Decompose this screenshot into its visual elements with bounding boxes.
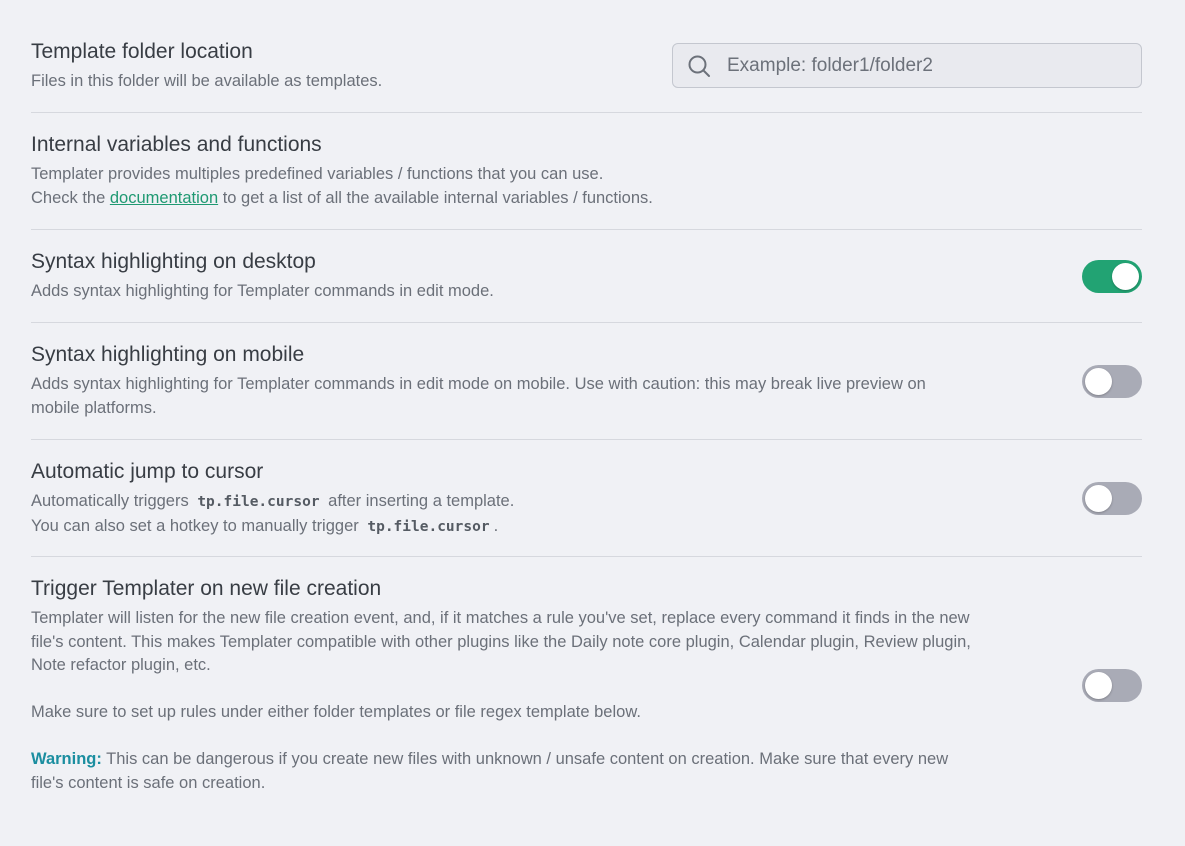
auto-jump-toggle[interactable] <box>1082 482 1142 515</box>
setting-info: Syntax highlighting on desktop Adds synt… <box>31 249 494 304</box>
description-line: file's content. This makes Templater com… <box>31 632 971 651</box>
description-text: to get a list of all the available inter… <box>218 188 653 207</box>
toggle-knob <box>1085 485 1112 512</box>
settings-list: Template folder location Files in this f… <box>31 0 1142 817</box>
setting-internal-variables: Internal variables and functions Templat… <box>31 113 1142 230</box>
description-text: Check the <box>31 188 110 207</box>
search-icon <box>688 55 710 77</box>
setting-name: Syntax highlighting on mobile <box>31 343 305 366</box>
code-snippet: tp.file.cursor <box>367 518 490 535</box>
setting-name: Trigger Templater on new file creation <box>31 577 382 600</box>
description-line: mobile platforms. <box>31 398 157 417</box>
description-line: Warning: This can be dangerous if you cr… <box>31 748 971 772</box>
description-text: Automatically triggers <box>31 492 189 510</box>
toggle-knob <box>1085 368 1112 395</box>
setting-info: Syntax highlighting on mobile Adds synta… <box>31 342 926 420</box>
description-line: Adds syntax highlighting for Templater c… <box>31 375 926 393</box>
description-line: Templater provides multiples predefined … <box>31 165 604 183</box>
description-text: This can be dangerous if you create new … <box>101 750 949 768</box>
description-text: . <box>493 516 499 535</box>
trigger-new-file-toggle[interactable] <box>1082 669 1142 702</box>
setting-syntax-desktop: Syntax highlighting on desktop Adds synt… <box>31 230 1142 323</box>
syntax-mobile-toggle[interactable] <box>1082 365 1142 398</box>
toggle-knob <box>1085 672 1112 699</box>
description-text: You can also set a hotkey to manually tr… <box>31 516 359 535</box>
setting-auto-jump: Automatic jump to cursor Automatically t… <box>31 440 1142 557</box>
description-line: You can also set a hotkey to manually tr… <box>31 515 514 540</box>
documentation-link[interactable]: documentation <box>110 189 218 207</box>
setting-description: Adds syntax highlighting for Templater c… <box>31 373 926 420</box>
description-line: Note refactor plugin, etc. <box>31 656 211 674</box>
description-line: Templater will listen for the new file c… <box>31 609 970 627</box>
description-line: Make sure to set up rules under either f… <box>31 703 641 721</box>
description-line: Files in this folder will be available a… <box>31 72 383 90</box>
description-line: file's content is safe on creation. <box>31 773 266 792</box>
setting-description: Automatically triggers tp.file.cursor af… <box>31 490 514 539</box>
template-folder-search[interactable] <box>672 43 1142 88</box>
setting-trigger-new-file: Trigger Templater on new file creation T… <box>31 557 1142 817</box>
description-text: after inserting a template. <box>328 492 515 510</box>
setting-name: Template folder location <box>31 40 253 63</box>
description-line: Adds syntax highlighting for Templater c… <box>31 282 494 300</box>
setting-info: Trigger Templater on new file creation T… <box>31 576 971 795</box>
setting-name: Automatic jump to cursor <box>31 460 264 483</box>
syntax-desktop-toggle[interactable] <box>1082 260 1142 293</box>
warning-label: Warning: <box>31 750 102 768</box>
setting-name: Internal variables and functions <box>31 133 322 156</box>
code-snippet: tp.file.cursor <box>197 494 320 510</box>
setting-description: Files in this folder will be available a… <box>31 70 382 94</box>
setting-description: Templater provides multiples predefined … <box>31 163 653 210</box>
template-folder-input[interactable] <box>727 44 1127 87</box>
setting-syntax-mobile: Syntax highlighting on mobile Adds synta… <box>31 323 1142 440</box>
setting-info: Automatic jump to cursor Automatically t… <box>31 459 514 539</box>
description-line: Check the documentation to get a list of… <box>31 187 653 211</box>
setting-template-folder: Template folder location Files in this f… <box>31 0 1142 113</box>
setting-description: Templater will listen for the new file c… <box>31 607 971 795</box>
toggle-knob <box>1112 263 1139 290</box>
setting-name: Syntax highlighting on desktop <box>31 250 316 273</box>
description-line: Automatically triggers tp.file.cursor af… <box>31 490 514 515</box>
setting-info: Template folder location Files in this f… <box>31 39 382 94</box>
setting-info: Internal variables and functions Templat… <box>31 132 653 210</box>
setting-description: Adds syntax highlighting for Templater c… <box>31 280 494 304</box>
